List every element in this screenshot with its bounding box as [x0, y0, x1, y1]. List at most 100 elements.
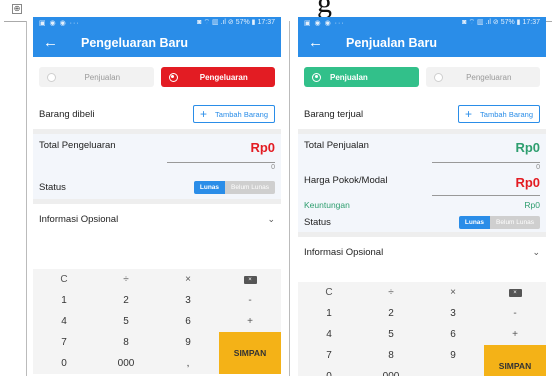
key-6[interactable]: 6 — [157, 311, 219, 332]
key-8[interactable]: 8 — [95, 332, 157, 353]
key-4[interactable]: 4 — [33, 311, 95, 332]
key-multiply[interactable]: × — [157, 269, 219, 290]
items-label: Barang dibeli — [39, 108, 95, 120]
add-item-label: Tambah Barang — [480, 109, 533, 119]
items-row: Barang terjual + Tambah Barang — [298, 99, 546, 129]
key-minus[interactable]: - — [219, 290, 281, 311]
save-button[interactable]: SIMPAN — [484, 345, 546, 376]
key-backspace[interactable]: × — [219, 269, 281, 290]
transaction-type-toggle: Penjualan Pengeluaran — [33, 57, 281, 99]
numeric-keypad: C ÷ × × 1 2 3 - 4 5 6 + 7 8 9 — [298, 282, 546, 376]
profit-label: Keuntungan — [304, 200, 350, 210]
chevron-down-icon: ⌄ — [532, 246, 540, 257]
items-label: Barang terjual — [304, 108, 364, 120]
status-paid-button[interactable]: Lunas — [458, 215, 491, 229]
optional-info-label: Informasi Opsional — [304, 246, 384, 258]
total-sub-value: 0 — [536, 164, 540, 171]
key-divide[interactable]: ÷ — [360, 282, 422, 303]
toggle-sale-label: Penjualan — [330, 72, 368, 82]
key-7[interactable]: 7 — [33, 332, 95, 353]
status-bar: ▣ ◉ ◉ ··· ◙ ⌔ ▥ .ıl ⊘ 57% ▮ 17:37 — [33, 17, 281, 28]
key-3[interactable]: 3 — [157, 290, 219, 311]
table-border — [289, 21, 290, 376]
totals-section: Total Penjualan Rp0 0 Harga Pokok/Modal … — [298, 134, 546, 232]
key-5[interactable]: 5 — [360, 324, 422, 345]
key-7[interactable]: 7 — [298, 345, 360, 366]
key-triple-zero[interactable]: 000 — [95, 353, 157, 374]
backspace-icon: × — [508, 288, 522, 297]
key-clear[interactable]: C — [33, 269, 95, 290]
total-value-input[interactable]: Rp0 — [250, 140, 275, 155]
key-plus[interactable]: + — [484, 324, 546, 345]
numeric-keypad: C ÷ × × 1 2 3 - 4 5 6 + 7 8 9 — [33, 269, 281, 374]
key-triple-zero[interactable]: 000 — [360, 366, 422, 376]
key-decimal[interactable]: , — [157, 353, 219, 374]
notification-icons: ▣ ◉ ◉ ··· — [39, 19, 80, 27]
key-4[interactable]: 4 — [298, 324, 360, 345]
key-divide[interactable]: ÷ — [95, 269, 157, 290]
status-toggle: Lunas Belum Lunas — [193, 180, 275, 194]
radio-on-icon — [312, 72, 321, 82]
toggle-expense[interactable]: Pengeluaran — [425, 67, 540, 87]
key-clear[interactable]: C — [298, 282, 360, 303]
key-9[interactable]: 9 — [422, 345, 484, 366]
add-item-button[interactable]: + Tambah Barang — [193, 105, 275, 123]
key-8[interactable]: 8 — [360, 345, 422, 366]
add-item-button[interactable]: + Tambah Barang — [458, 105, 540, 123]
screen-title: Pengeluaran Baru — [81, 35, 188, 50]
key-decimal[interactable]: , — [422, 366, 484, 376]
status-unpaid-button[interactable]: Belum Lunas — [225, 180, 275, 194]
table-border — [26, 21, 27, 376]
key-0[interactable]: 0 — [33, 353, 95, 374]
cost-value-input[interactable]: Rp0 — [515, 175, 540, 190]
divider — [4, 21, 26, 22]
key-minus[interactable]: - — [484, 303, 546, 324]
key-2[interactable]: 2 — [95, 290, 157, 311]
back-arrow-icon[interactable]: ← — [43, 34, 69, 51]
backspace-icon: × — [243, 275, 257, 284]
move-handle-icon[interactable]: ⊕ — [12, 4, 22, 14]
input-underline — [432, 195, 540, 196]
chevron-down-icon: ⌄ — [267, 213, 275, 224]
total-value-input[interactable]: Rp0 — [515, 140, 540, 155]
key-9[interactable]: 9 — [157, 332, 219, 353]
optional-info-row[interactable]: Informasi Opsional ⌄ — [298, 237, 546, 267]
sale-screen: ▣ ◉ ◉ ··· ◙ ⌔ ▥ .ıl ⊘ 57% ▮ 17:37 ← Penj… — [298, 17, 546, 376]
toggle-sale-label: Penjualan — [84, 72, 121, 82]
toggle-expense[interactable]: Pengeluaran — [160, 67, 275, 87]
key-6[interactable]: 6 — [422, 324, 484, 345]
save-button[interactable]: SIMPAN — [219, 332, 281, 374]
radio-on-icon — [168, 72, 178, 82]
totals-section: Total Pengeluaran Rp0 0 Status Lunas Bel… — [33, 134, 281, 199]
transaction-type-toggle: Penjualan Pengeluaran — [298, 57, 546, 99]
back-arrow-icon[interactable]: ← — [308, 34, 334, 51]
cost-label: Harga Pokok/Modal — [304, 175, 388, 186]
status-toggle: Lunas Belum Lunas — [458, 215, 540, 229]
key-backspace[interactable]: × — [484, 282, 546, 303]
screen-title: Penjualan Baru — [346, 35, 437, 50]
radio-off-icon — [47, 72, 56, 82]
key-0[interactable]: 0 — [298, 366, 360, 376]
total-label: Total Penjualan — [304, 140, 369, 151]
key-1[interactable]: 1 — [33, 290, 95, 311]
key-1[interactable]: 1 — [298, 303, 360, 324]
items-row: Barang dibeli + Tambah Barang — [33, 99, 281, 129]
plus-icon: + — [200, 107, 208, 121]
plus-icon: + — [465, 107, 473, 121]
key-2[interactable]: 2 — [360, 303, 422, 324]
status-bar: ▣ ◉ ◉ ··· ◙ ⌔ ▥ .ıl ⊘ 57% ▮ 17:37 — [298, 17, 546, 28]
optional-info-row[interactable]: Informasi Opsional ⌄ — [33, 204, 281, 234]
toggle-expense-label: Pengeluaran — [466, 72, 512, 82]
status-unpaid-button[interactable]: Belum Lunas — [490, 215, 540, 229]
add-item-label: Tambah Barang — [215, 109, 268, 119]
key-5[interactable]: 5 — [95, 311, 157, 332]
toggle-sale[interactable]: Penjualan — [39, 67, 154, 87]
toggle-sale[interactable]: Penjualan — [304, 67, 419, 87]
app-bar: ▣ ◉ ◉ ··· ◙ ⌔ ▥ .ıl ⊘ 57% ▮ 17:37 ← Peng… — [33, 17, 281, 57]
key-3[interactable]: 3 — [422, 303, 484, 324]
toggle-expense-label: Pengeluaran — [199, 72, 248, 82]
key-plus[interactable]: + — [219, 311, 281, 332]
status-paid-button[interactable]: Lunas — [193, 180, 226, 194]
key-multiply[interactable]: × — [422, 282, 484, 303]
system-status: ◙ ⌔ ▥ .ıl ⊘ 57% ▮ 17:37 — [197, 19, 275, 26]
